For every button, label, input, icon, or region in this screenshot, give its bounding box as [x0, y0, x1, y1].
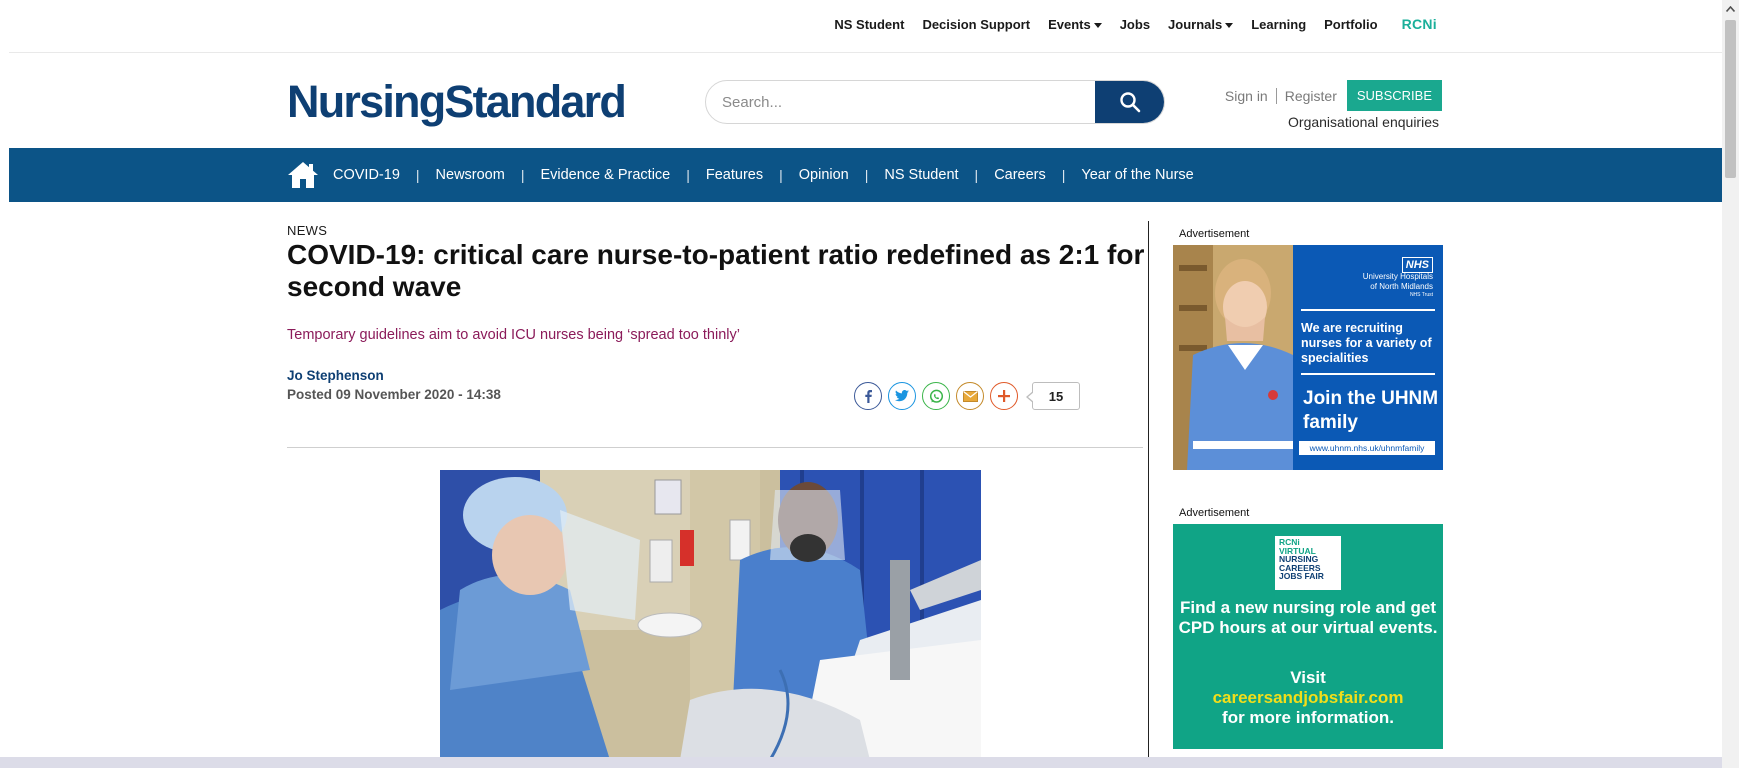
nav-separator: |	[415, 167, 420, 183]
caret-down-icon	[1093, 22, 1102, 28]
organisational-enquiries-link[interactable]: Organisational enquiries	[1288, 114, 1439, 130]
whatsapp-share-button[interactable]	[922, 382, 950, 410]
top-link-label: Learning	[1251, 16, 1307, 32]
account-links: Sign in Register SUBSCRIBE	[1225, 80, 1442, 111]
share-bar: 15	[854, 382, 1080, 410]
trust-name-line: NHS Trust	[1409, 292, 1433, 298]
ad-more-text: for more information.	[1222, 708, 1394, 727]
search-input[interactable]	[706, 81, 1096, 123]
register-link[interactable]: Register	[1285, 88, 1337, 104]
page: NS Student Decision Support Events Jobs …	[9, 0, 1722, 768]
plus-icon	[998, 390, 1010, 402]
facebook-share-button[interactable]	[854, 382, 882, 410]
scroll-up-button[interactable]	[1722, 0, 1739, 17]
nav-separator: |	[779, 167, 783, 183]
nav-item-newsroom[interactable]: Newsroom	[436, 167, 505, 183]
jobs-fair-logo: RCNi VIRTUAL NURSING CAREERS JOBS FAIR	[1275, 536, 1341, 590]
whatsapp-icon	[929, 389, 943, 403]
top-link-label: Journals	[1168, 16, 1223, 32]
divider	[287, 447, 1143, 448]
article-photo	[440, 470, 981, 760]
top-link-learning[interactable]: Learning	[1251, 17, 1306, 32]
article-standfirst: Temporary guidelines aim to avoid ICU nu…	[287, 327, 740, 343]
article-author[interactable]: Jo Stephenson	[287, 368, 384, 383]
search-button[interactable]	[1095, 81, 1164, 123]
chevron-up-icon	[1726, 5, 1735, 12]
nav-separator: |	[864, 167, 869, 183]
rcni-logo-link[interactable]: RCNi	[1402, 16, 1437, 32]
facebook-icon	[865, 390, 872, 403]
ad-url: careersandjobsfair.com	[1212, 688, 1404, 707]
top-link-journals[interactable]: Journals	[1168, 16, 1234, 32]
ad-recruit-text: We are recruiting nurses for a variety o…	[1301, 321, 1432, 365]
divider	[1275, 87, 1277, 104]
uhnm-recruitment-ad[interactable]: NHS University Hospitals of North Midlan…	[1173, 245, 1443, 470]
nav-separator: |	[974, 167, 979, 183]
subscribe-button[interactable]: SUBSCRIBE	[1346, 80, 1442, 111]
ad-body-text: Find a new nursing role and get CPD hour…	[1178, 598, 1438, 637]
vertical-scrollbar[interactable]	[1722, 0, 1739, 768]
divider	[1301, 309, 1435, 311]
nurse-photo	[1173, 245, 1293, 470]
advertisement-label: Advertisement	[1179, 507, 1250, 519]
top-link-portfolio[interactable]: Portfolio	[1324, 17, 1377, 32]
share-count: 15	[1026, 382, 1080, 410]
more-share-button[interactable]	[990, 382, 1018, 410]
search-box	[705, 80, 1165, 124]
ad-join-text: Join the UHNM family	[1303, 388, 1439, 433]
top-utility-bar: NS Student Decision Support Events Jobs …	[9, 0, 1722, 53]
nav-separator: |	[686, 167, 690, 183]
nav-item-features[interactable]: Features	[706, 167, 763, 183]
email-icon	[962, 390, 978, 402]
sign-in-link[interactable]: Sign in	[1225, 88, 1268, 104]
logo-line: JOBS FAIR	[1279, 571, 1324, 581]
caret-down-icon	[1225, 22, 1234, 28]
nav-item-year-of-the-nurse[interactable]: Year of the Nurse	[1081, 167, 1193, 183]
nav-separator: |	[520, 167, 525, 183]
bottom-banner-strip	[0, 757, 1739, 768]
top-links: NS Student Decision Support Events Jobs …	[816, 16, 1437, 32]
article-date: Posted 09 November 2020 - 14:38	[287, 387, 501, 402]
divider	[1301, 373, 1435, 375]
advertisement-label: Advertisement	[1179, 228, 1250, 240]
twitter-share-button[interactable]	[888, 382, 916, 410]
home-icon[interactable]	[287, 160, 319, 190]
main-nav-items: COVID-19 | Newsroom | Evidence & Practic…	[287, 148, 1194, 202]
top-link-events[interactable]: Events	[1048, 17, 1102, 32]
top-link-jobs[interactable]: Jobs	[1120, 17, 1150, 32]
article-headline: COVID-19: critical care nurse-to-patient…	[287, 239, 1145, 302]
top-link-label: Decision Support	[922, 16, 1031, 32]
article-kicker: NEWS	[287, 223, 328, 238]
top-link-label: Events	[1048, 16, 1091, 32]
scroll-thumb[interactable]	[1725, 20, 1736, 178]
nav-separator: |	[1061, 167, 1066, 183]
nav-item-careers[interactable]: Careers	[994, 167, 1046, 183]
top-link-decision-support[interactable]: Decision Support	[922, 17, 1030, 32]
top-link-ns-student[interactable]: NS Student	[834, 17, 904, 32]
site-logo[interactable]: NursingStandard	[287, 76, 627, 128]
nurses-in-icu-photo	[440, 470, 981, 760]
nav-item-opinion[interactable]: Opinion	[799, 167, 849, 183]
top-link-label: Jobs	[1119, 16, 1151, 32]
search-icon	[1119, 92, 1140, 113]
nav-item-covid-19[interactable]: COVID-19	[333, 167, 400, 183]
trust-name-line: of North Midlands	[1370, 282, 1433, 291]
nav-item-ns-student[interactable]: NS Student	[884, 167, 958, 183]
trust-name-line: University Hospitals	[1362, 272, 1433, 281]
ad-visit-text: Visit	[1290, 668, 1326, 687]
ad-url: www.uhnm.nhs.uk/uhnmfamily	[1299, 441, 1435, 455]
careers-jobs-fair-ad[interactable]: RCNi VIRTUAL NURSING CAREERS JOBS FAIR F…	[1173, 524, 1443, 749]
trust-name: University Hospitals of North Midlands N…	[1323, 272, 1433, 299]
email-share-button[interactable]	[956, 382, 984, 410]
top-link-label: NS Student	[834, 16, 905, 32]
top-link-label: Portfolio	[1324, 16, 1378, 32]
column-divider	[1148, 221, 1149, 768]
nav-item-evidence-practice[interactable]: Evidence & Practice	[540, 167, 670, 183]
main-nav: COVID-19 | Newsroom | Evidence & Practic…	[9, 148, 1722, 202]
nhs-logo: NHS	[1401, 257, 1433, 273]
twitter-icon	[895, 390, 909, 402]
